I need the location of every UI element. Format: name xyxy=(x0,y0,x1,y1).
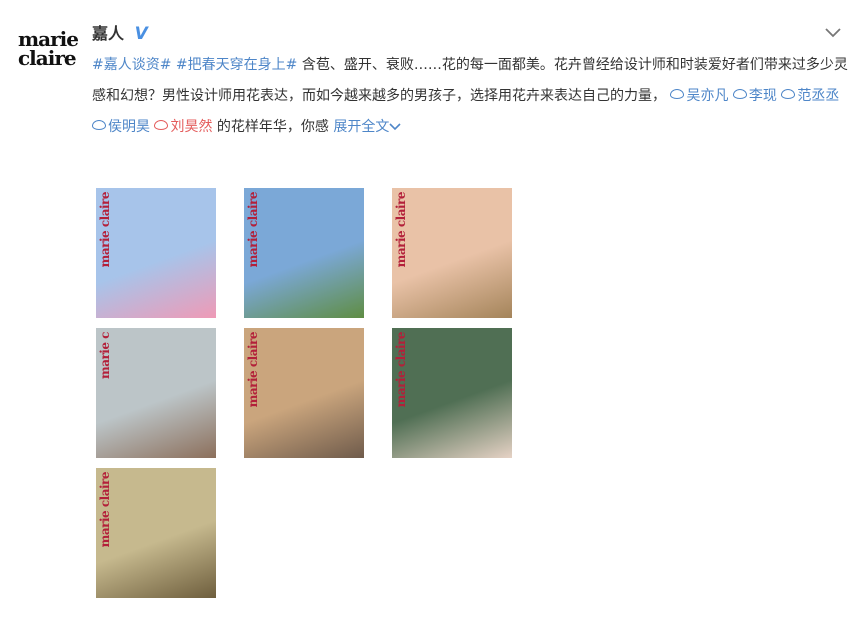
photo-thumbnail[interactable]: marie claire xyxy=(96,188,216,318)
mention-icon xyxy=(732,89,747,99)
expand-button[interactable]: 展开全文 xyxy=(333,119,401,135)
logo: marie claire xyxy=(246,332,260,408)
logo: marie claire xyxy=(394,192,408,268)
logo: marie claire xyxy=(246,192,260,268)
mention-icon xyxy=(781,89,796,99)
post-body-2: 的花样年华，你感 xyxy=(212,119,334,135)
logo: marie c xyxy=(98,332,112,379)
photo-thumbnail[interactable]: marie claire xyxy=(96,468,216,598)
logo: marie claire xyxy=(394,332,408,408)
avatar-text-claire: claire xyxy=(18,46,77,70)
verified-badge-icon: V xyxy=(134,24,148,44)
chevron-down-icon[interactable] xyxy=(825,24,843,38)
hashtag-2[interactable]: #把春天穿在身上# xyxy=(176,57,297,73)
mention-icon xyxy=(92,120,106,130)
hashtag-1[interactable]: #嘉人谈资# xyxy=(92,57,171,73)
username[interactable]: 嘉人 V xyxy=(92,20,148,44)
mention-2[interactable]: 李现 xyxy=(732,88,777,104)
post-text: #嘉人谈资# #把春天穿在身上# 含苞、盛开、衰败……花的每一面都美。花卉曾经给… xyxy=(92,50,852,143)
photo-thumbnail[interactable]: marie claire xyxy=(392,188,512,318)
mention-3[interactable]: 范丞丞 xyxy=(781,88,839,104)
mention-4[interactable]: 侯明昊 xyxy=(92,119,150,135)
chevron-down-icon xyxy=(389,123,401,131)
mention-1[interactable]: 吴亦凡 xyxy=(670,88,728,104)
logo: marie claire xyxy=(98,192,112,268)
logo: marie claire xyxy=(98,472,112,548)
mention-icon xyxy=(154,120,169,130)
photo-thumbnail[interactable]: marie claire xyxy=(392,328,512,458)
photo-thumbnail[interactable]: marie claire xyxy=(244,328,364,458)
expand-label: 展开全文 xyxy=(333,119,390,135)
photo-thumbnail[interactable]: marie c xyxy=(96,328,216,458)
avatar[interactable]: marie claire xyxy=(18,29,79,72)
photo-grid: marie claire marie claire marie claire m… xyxy=(96,188,516,608)
mention-5[interactable]: 刘昊然 xyxy=(154,119,212,135)
photo-thumbnail[interactable]: marie claire xyxy=(244,188,364,318)
mention-icon xyxy=(670,89,685,99)
username-text[interactable]: 嘉人 xyxy=(92,24,124,43)
